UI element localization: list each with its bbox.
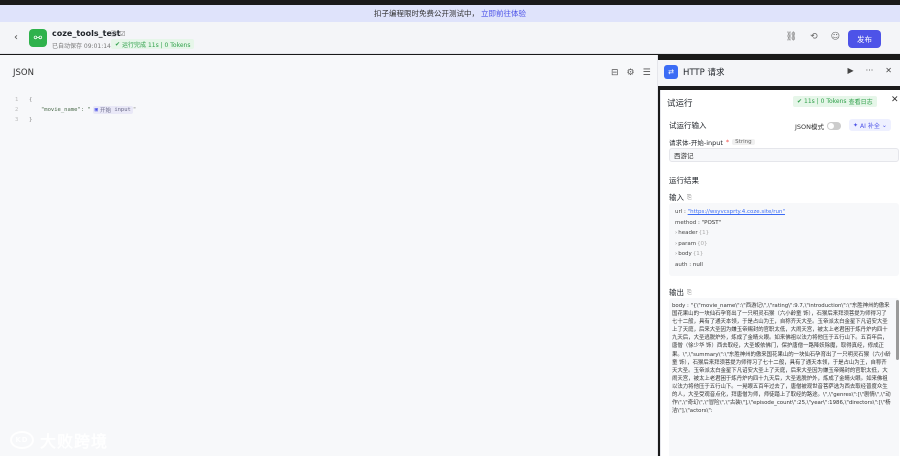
code-line: 2 "movie_name": " ▣ 开始 input " <box>15 106 137 114</box>
save-status: 已自动保存 09:01:14 <box>52 43 111 50</box>
settings-icon[interactable]: ⚙ <box>627 68 635 78</box>
input-field[interactable]: 西游记 <box>669 148 899 162</box>
json-mode-toggle[interactable]: JSON模式 <box>795 121 842 131</box>
copy-icon[interactable]: ⎘ <box>687 194 692 202</box>
edit-info-icon[interactable]: ⓘ ☑ <box>110 29 126 39</box>
watermark-logo: KD <box>10 431 34 449</box>
sparkle-icon: ✦ <box>853 121 859 129</box>
http-node-actions: ▶ ··· ✕ <box>848 66 893 75</box>
run-status-text: 运行完成 11s | 0 Tokens <box>122 41 191 49</box>
scrollbar[interactable] <box>896 300 899 360</box>
toggle-switch[interactable] <box>827 122 842 130</box>
back-arrow-icon[interactable]: ‹ <box>14 32 18 43</box>
json-toolbar: ⊟ ⚙ ☰ <box>611 68 651 78</box>
json-editor[interactable]: 1 { 2 "movie_name": " ▣ 开始 input " 3 } <box>15 95 136 125</box>
chevron-down-icon: ⌄ <box>881 121 887 129</box>
required-mark: * <box>725 138 730 146</box>
top-bar: ‹ ⚯ coze_tools_test ⓘ ☑ 已自动保存 09:01:14 ✔… <box>0 22 900 54</box>
field-label: 请求体-开始-input * String <box>669 137 755 147</box>
variable-tag[interactable]: ▣ 开始 input <box>92 106 133 114</box>
json-row-collapsible[interactable]: › header {1} <box>675 228 895 239</box>
close-icon[interactable]: ✕ <box>885 66 892 75</box>
result-title: 运行结果 <box>669 176 699 185</box>
input-json-box: url : "https://wsyvcsprty.4.coze.site/ru… <box>669 203 899 276</box>
trial-run-title: 试运行 <box>667 99 693 109</box>
json-row-collapsible[interactable]: › body {1} <box>675 249 895 260</box>
play-icon[interactable]: ▶ <box>848 66 854 75</box>
run-status-badge: ✔ 运行完成 11s | 0 Tokens <box>111 39 195 49</box>
json-panel: JSON ⊟ ⚙ ☰ 1 { 2 "movie_name": " ▣ 开始 in… <box>0 55 657 456</box>
expand-icon[interactable]: › <box>675 230 677 236</box>
copy-icon[interactable]: ⎘ <box>687 289 692 297</box>
more-icon[interactable]: ··· <box>866 66 874 75</box>
format-icon[interactable]: ⊟ <box>611 68 619 78</box>
trial-run-panel: 试运行 ✔ 11s | 0 Tokens 查看日志 ✕ 试运行输入 JSON模式… <box>660 90 900 456</box>
users-icon[interactable]: ☺ <box>831 32 840 42</box>
expand-icon[interactable]: › <box>675 251 677 257</box>
banner-text: 扣子编程限时免费公开测试中， <box>374 9 479 18</box>
panel-divider[interactable] <box>657 55 658 456</box>
watermark: KD 大败跨境 <box>10 428 108 452</box>
collapse-icon[interactable]: ☰ <box>643 68 651 78</box>
watermark-text: 大败跨境 <box>40 432 109 451</box>
json-row-collapsible[interactable]: › param {0} <box>675 239 895 250</box>
app-logo-icon: ⚯ <box>29 29 47 47</box>
check-circle-icon: ✔ <box>115 40 121 48</box>
expand-icon[interactable]: › <box>675 241 677 247</box>
output-section-title: 输出 ⎘ <box>669 288 692 297</box>
type-tag: String <box>732 139 755 145</box>
publish-button[interactable]: 发布 <box>848 30 881 48</box>
banner-link[interactable]: 立即前往体验 <box>481 8 526 19</box>
history-icon[interactable]: ⟲ <box>810 32 818 42</box>
trial-status-badge: ✔ 11s | 0 Tokens 查看日志 <box>793 96 877 107</box>
json-row: method : "POST" <box>675 219 722 226</box>
json-row: auth : null <box>675 261 703 268</box>
json-panel-title: JSON <box>13 68 34 78</box>
link-icon[interactable]: ⛓ <box>786 32 797 42</box>
input-section-title: 输入 ⎘ <box>669 193 692 202</box>
announcement-banner: 扣子编程限时免费公开测试中， 立即前往体验 <box>0 5 900 22</box>
http-node-title: HTTP 请求 <box>683 68 725 78</box>
start-node-icon: ▣ <box>94 107 98 113</box>
code-line: 1 { <box>15 97 33 103</box>
http-node-header: ⇄ HTTP 请求 ▶ ··· ✕ <box>658 60 900 86</box>
code-line: 3 } <box>15 117 33 123</box>
trial-input-title: 试运行输入 <box>669 121 707 130</box>
check-circle-icon: ✔ <box>797 98 803 105</box>
view-log-link[interactable]: 查看日志 <box>849 97 873 106</box>
http-icon: ⇄ <box>664 65 678 79</box>
close-icon[interactable]: ✕ <box>891 95 899 105</box>
json-row: url : "https://wsyvcsprty.4.coze.site/ru… <box>675 209 785 216</box>
top-toolbar: ⛓ ⟲ ☺ <box>786 32 840 42</box>
ai-complete-button[interactable]: ✦ AI 补全 ⌄ <box>849 119 891 131</box>
output-text: body : "{\"movie_name\":\"西游记\",\"rating… <box>669 298 899 456</box>
